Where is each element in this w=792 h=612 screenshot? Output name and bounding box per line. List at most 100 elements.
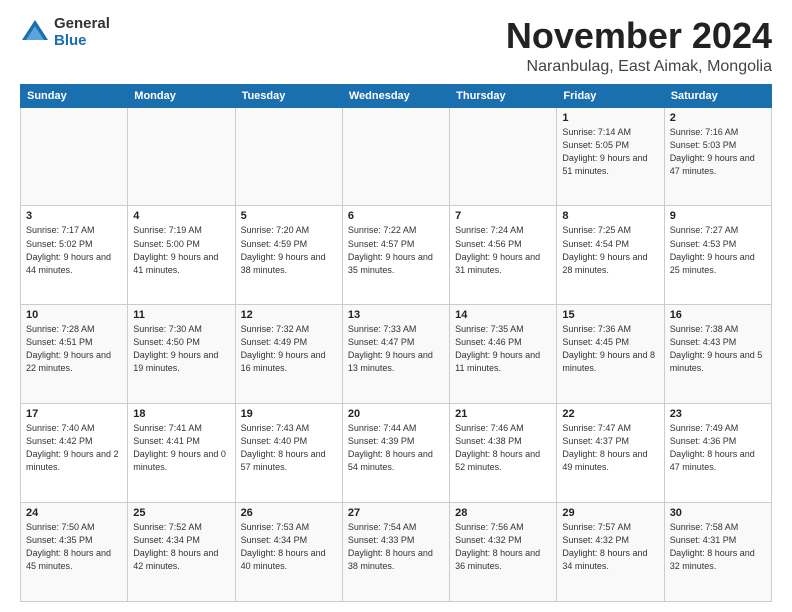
day-number: 21 xyxy=(455,408,551,420)
calendar-cell: 26 Sunrise: 7:53 AM Sunset: 4:34 PM Dayli… xyxy=(235,503,342,602)
calendar-header: Sunday Monday Tuesday Wednesday Thursday… xyxy=(21,84,772,107)
day-number: 16 xyxy=(670,309,766,321)
calendar-week-4: 17 Sunrise: 7:40 AM Sunset: 4:42 PM Dayli… xyxy=(21,404,772,503)
day-info: Sunrise: 7:41 AM Sunset: 4:41 PM Dayligh… xyxy=(133,422,229,474)
day-number: 27 xyxy=(348,507,444,519)
calendar-cell: 10Sunrise: 7:28 AM Sunset: 4:51 PM Dayli… xyxy=(21,305,128,404)
day-info: Sunrise: 7:54 AM Sunset: 4:33 PM Dayligh… xyxy=(348,521,444,573)
header-tuesday: Tuesday xyxy=(235,84,342,107)
calendar-cell: 4Sunrise: 7:19 AM Sunset: 5:00 PM Daylig… xyxy=(128,206,235,305)
day-number: 19 xyxy=(241,408,337,420)
day-number: 25 xyxy=(133,507,229,519)
day-info: Sunrise: 7:50 AM Sunset: 4:35 PM Dayligh… xyxy=(26,521,122,573)
calendar-cell: 11 Sunrise: 7:30 AM Sunset: 4:50 PM Dayli… xyxy=(128,305,235,404)
month-title: November 2024 xyxy=(506,16,772,56)
day-info: Sunrise: 7:57 AM Sunset: 4:32 PM Dayligh… xyxy=(562,521,658,573)
day-number: 11 xyxy=(133,309,229,321)
day-info: Sunrise: 7:16 AM Sunset: 5:03 PM Dayligh… xyxy=(670,126,766,178)
day-number: 1 xyxy=(562,112,658,124)
day-number: 28 xyxy=(455,507,551,519)
calendar-cell: 12 Sunrise: 7:32 AM Sunset: 4:49 PM Dayli… xyxy=(235,305,342,404)
calendar-cell: 5Sunrise: 7:20 AM Sunset: 4:59 PM Daylig… xyxy=(235,206,342,305)
calendar-cell: 24 Sunrise: 7:50 AM Sunset: 4:35 PM Dayli… xyxy=(21,503,128,602)
day-number: 2 xyxy=(670,112,766,124)
day-number: 3 xyxy=(26,210,122,222)
calendar-cell: 19 Sunrise: 7:43 AM Sunset: 4:40 PM Dayli… xyxy=(235,404,342,503)
calendar-week-2: 3 Sunrise: 7:17 AM Sunset: 5:02 PM Daylig… xyxy=(21,206,772,305)
day-number: 4 xyxy=(133,210,229,222)
location: Naranbulag, East Aimak, Mongolia xyxy=(506,58,772,76)
day-number: 20 xyxy=(348,408,444,420)
day-info: Sunrise: 7:33 AM Sunset: 4:47 PM Dayligh… xyxy=(348,323,444,375)
calendar-cell: 20 Sunrise: 7:44 AM Sunset: 4:39 PM Dayli… xyxy=(342,404,449,503)
day-info: Sunrise: 7:24 AM Sunset: 4:56 PM Dayligh… xyxy=(455,224,551,276)
calendar-cell: 8Sunrise: 7:25 AM Sunset: 4:54 PM Daylig… xyxy=(557,206,664,305)
day-number: 18 xyxy=(133,408,229,420)
day-number: 10 xyxy=(26,309,122,321)
day-number: 14 xyxy=(455,309,551,321)
logo-general: General xyxy=(54,16,110,33)
day-number: 29 xyxy=(562,507,658,519)
calendar-week-5: 24 Sunrise: 7:50 AM Sunset: 4:35 PM Dayli… xyxy=(21,503,772,602)
header-row: Sunday Monday Tuesday Wednesday Thursday… xyxy=(21,84,772,107)
day-info: Sunrise: 7:44 AM Sunset: 4:39 PM Dayligh… xyxy=(348,422,444,474)
day-number: 22 xyxy=(562,408,658,420)
day-info: Sunrise: 7:36 AM Sunset: 4:45 PM Dayligh… xyxy=(562,323,658,375)
day-info: Sunrise: 7:58 AM Sunset: 4:31 PM Dayligh… xyxy=(670,521,766,573)
logo-icon xyxy=(20,18,50,48)
day-number: 6 xyxy=(348,210,444,222)
day-info: Sunrise: 7:38 AM Sunset: 4:43 PM Dayligh… xyxy=(670,323,766,375)
calendar-cell: 29 Sunrise: 7:57 AM Sunset: 4:32 PM Dayli… xyxy=(557,503,664,602)
calendar-cell xyxy=(450,107,557,206)
day-info: Sunrise: 7:25 AM Sunset: 4:54 PM Dayligh… xyxy=(562,224,658,276)
calendar-cell: 23 Sunrise: 7:49 AM Sunset: 4:36 PM Dayli… xyxy=(664,404,771,503)
day-info: Sunrise: 7:49 AM Sunset: 4:36 PM Dayligh… xyxy=(670,422,766,474)
calendar-cell xyxy=(128,107,235,206)
day-info: Sunrise: 7:40 AM Sunset: 4:42 PM Dayligh… xyxy=(26,422,122,474)
day-info: Sunrise: 7:56 AM Sunset: 4:32 PM Dayligh… xyxy=(455,521,551,573)
header-sunday: Sunday xyxy=(21,84,128,107)
day-number: 9 xyxy=(670,210,766,222)
calendar-week-3: 10Sunrise: 7:28 AM Sunset: 4:51 PM Dayli… xyxy=(21,305,772,404)
calendar-cell: 21 Sunrise: 7:46 AM Sunset: 4:38 PM Dayli… xyxy=(450,404,557,503)
day-info: Sunrise: 7:17 AM Sunset: 5:02 PM Dayligh… xyxy=(26,224,122,276)
day-info: Sunrise: 7:46 AM Sunset: 4:38 PM Dayligh… xyxy=(455,422,551,474)
calendar-body: 1 Sunrise: 7:14 AM Sunset: 5:05 PM Daylig… xyxy=(21,107,772,601)
title-section: November 2024 Naranbulag, East Aimak, Mo… xyxy=(506,16,772,76)
calendar: Sunday Monday Tuesday Wednesday Thursday… xyxy=(20,84,772,602)
calendar-table: Sunday Monday Tuesday Wednesday Thursday… xyxy=(20,84,772,602)
calendar-cell: 3 Sunrise: 7:17 AM Sunset: 5:02 PM Daylig… xyxy=(21,206,128,305)
day-info: Sunrise: 7:53 AM Sunset: 4:34 PM Dayligh… xyxy=(241,521,337,573)
calendar-cell: 6 Sunrise: 7:22 AM Sunset: 4:57 PM Daylig… xyxy=(342,206,449,305)
day-info: Sunrise: 7:52 AM Sunset: 4:34 PM Dayligh… xyxy=(133,521,229,573)
day-number: 26 xyxy=(241,507,337,519)
calendar-cell: 30 Sunrise: 7:58 AM Sunset: 4:31 PM Dayli… xyxy=(664,503,771,602)
day-info: Sunrise: 7:43 AM Sunset: 4:40 PM Dayligh… xyxy=(241,422,337,474)
calendar-cell: 27 Sunrise: 7:54 AM Sunset: 4:33 PM Dayli… xyxy=(342,503,449,602)
day-info: Sunrise: 7:22 AM Sunset: 4:57 PM Dayligh… xyxy=(348,224,444,276)
day-number: 7 xyxy=(455,210,551,222)
day-info: Sunrise: 7:20 AM Sunset: 4:59 PM Dayligh… xyxy=(241,224,337,276)
header-friday: Friday xyxy=(557,84,664,107)
day-info: Sunrise: 7:30 AM Sunset: 4:50 PM Dayligh… xyxy=(133,323,229,375)
day-info: Sunrise: 7:35 AM Sunset: 4:46 PM Dayligh… xyxy=(455,323,551,375)
calendar-cell xyxy=(235,107,342,206)
page: General Blue November 2024 Naranbulag, E… xyxy=(0,0,792,612)
day-number: 17 xyxy=(26,408,122,420)
day-info: Sunrise: 7:47 AM Sunset: 4:37 PM Dayligh… xyxy=(562,422,658,474)
calendar-cell: 18 Sunrise: 7:41 AM Sunset: 4:41 PM Dayli… xyxy=(128,404,235,503)
calendar-week-1: 1 Sunrise: 7:14 AM Sunset: 5:05 PM Daylig… xyxy=(21,107,772,206)
calendar-cell xyxy=(342,107,449,206)
calendar-cell: 15Sunrise: 7:36 AM Sunset: 4:45 PM Dayli… xyxy=(557,305,664,404)
day-info: Sunrise: 7:14 AM Sunset: 5:05 PM Dayligh… xyxy=(562,126,658,178)
calendar-cell: 1 Sunrise: 7:14 AM Sunset: 5:05 PM Daylig… xyxy=(557,107,664,206)
calendar-cell: 22 Sunrise: 7:47 AM Sunset: 4:37 PM Dayli… xyxy=(557,404,664,503)
day-number: 12 xyxy=(241,309,337,321)
day-info: Sunrise: 7:32 AM Sunset: 4:49 PM Dayligh… xyxy=(241,323,337,375)
day-number: 23 xyxy=(670,408,766,420)
calendar-cell: 16 Sunrise: 7:38 AM Sunset: 4:43 PM Dayli… xyxy=(664,305,771,404)
day-number: 30 xyxy=(670,507,766,519)
calendar-cell: 13Sunrise: 7:33 AM Sunset: 4:47 PM Dayli… xyxy=(342,305,449,404)
calendar-cell: 28 Sunrise: 7:56 AM Sunset: 4:32 PM Dayli… xyxy=(450,503,557,602)
day-number: 24 xyxy=(26,507,122,519)
